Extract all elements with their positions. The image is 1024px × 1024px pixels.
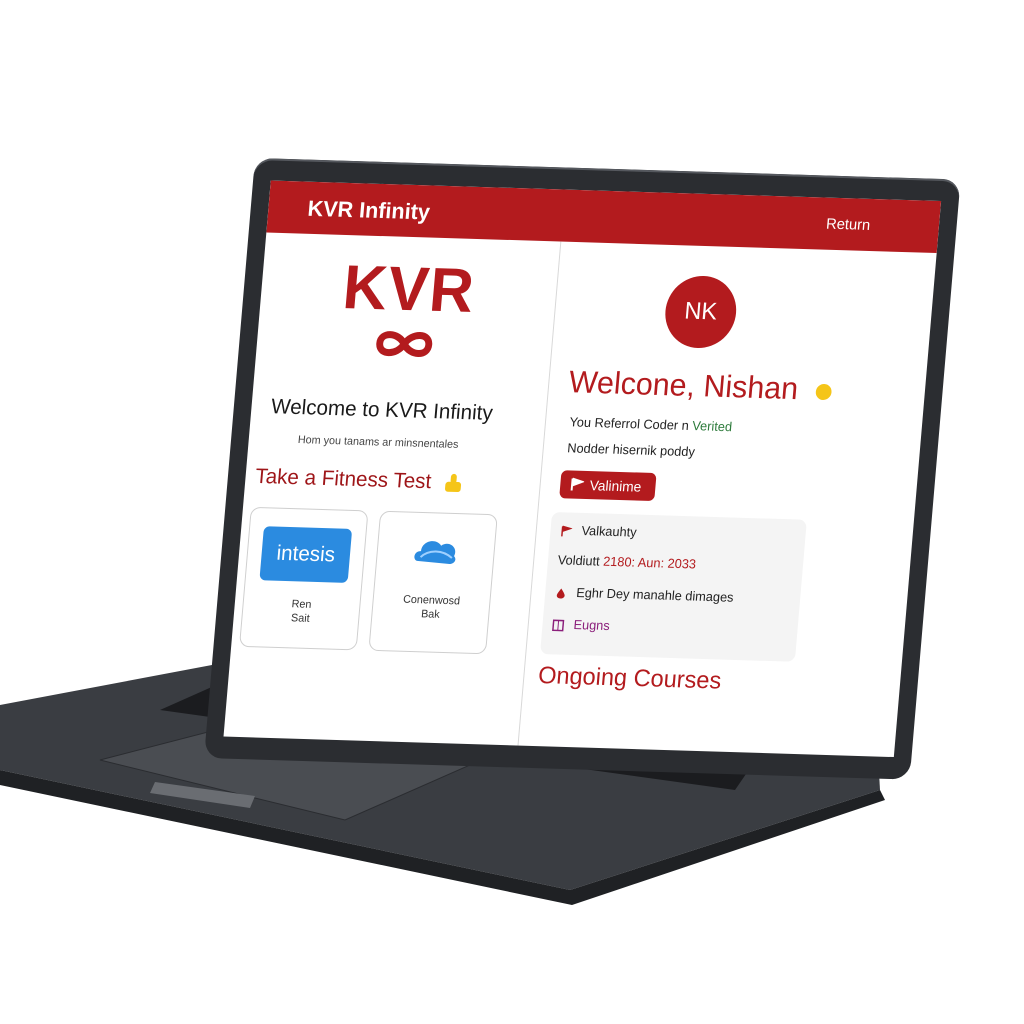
details-box: Valkauhty Voldiutt 2180: Aun: 2033 Eghr … <box>540 511 807 662</box>
drop-icon <box>556 588 565 599</box>
eight-day-text: Eghr Dey manahle dimages <box>575 584 735 605</box>
intesis-logo: intesis <box>259 526 353 583</box>
card-label: Conenwosd Bak <box>372 592 490 624</box>
brand-logo-text: KVR <box>340 253 478 327</box>
fitness-test-heading-text: Take a Fitness Test <box>254 464 433 494</box>
greeting: Welcone, Nishan <box>568 364 836 408</box>
referral-prefix: You Referrol Coder n <box>568 414 690 433</box>
brand-logo: KVR <box>334 253 480 363</box>
cloud-icon <box>414 541 456 564</box>
laptop-lid: KVR Infinity Return KVR Welcome to KVR I… <box>204 158 961 780</box>
card-label-line2: Bak <box>420 608 441 621</box>
validity-text: Valkauhty <box>580 522 638 540</box>
avatar[interactable]: NK <box>662 274 740 350</box>
flag-icon <box>561 525 573 536</box>
fitness-card-connected[interactable]: Conenwosd Bak <box>368 510 498 655</box>
welcome-subtitle: Hom you tanams ar minsnentales <box>297 434 459 451</box>
left-panel: KVR Welcome to KVR Infinity Hom you tana… <box>223 232 562 746</box>
welcome-title: Welcome to KVR Infinity <box>270 395 494 425</box>
edges-text: Eugns <box>572 616 611 634</box>
detail-row-date: Voldiutt 2180: Aun: 2033 <box>557 552 696 571</box>
grid-icon <box>552 619 565 631</box>
date-prefix: Voldiutt <box>557 552 601 569</box>
infinity-icon <box>376 331 433 357</box>
flag-icon <box>570 477 585 491</box>
card-label: Ren Sait <box>242 596 360 628</box>
validate-button[interactable]: Valinime <box>559 470 657 502</box>
detail-row-edges: Eugns <box>552 616 611 634</box>
wave-hand-icon <box>816 383 832 400</box>
detail-row-eight-day: Eghr Dey manahle dimages <box>555 584 735 605</box>
right-panel: NK Welcone, Nishan You Referrol Coder n … <box>518 242 936 757</box>
fitness-card-intesis[interactable]: intesis Ren Sait <box>239 506 369 651</box>
date-value: 2180: Aun: 2033 <box>602 553 697 572</box>
app-title: KVR Infinity <box>306 195 431 225</box>
validate-button-label: Valinime <box>589 477 643 495</box>
fitness-test-heading: Take a Fitness Test <box>254 465 465 495</box>
ongoing-courses-heading: Ongoing Courses <box>537 661 723 695</box>
laptop-screen: KVR Infinity Return KVR Welcome to KVR I… <box>223 180 942 758</box>
return-link[interactable]: Return <box>825 216 871 234</box>
referral-status: You Referrol Coder n Verited <box>569 414 733 434</box>
detail-row-validity: Valkauhty <box>560 522 638 540</box>
thumbs-up-icon <box>445 474 462 493</box>
referral-verified-badge: Verited <box>691 418 733 435</box>
card-label-line2: Sait <box>290 612 311 625</box>
greeting-text: Welcone, Nishan <box>567 364 800 407</box>
info-text: Nodder hisernik poddy <box>566 440 696 460</box>
